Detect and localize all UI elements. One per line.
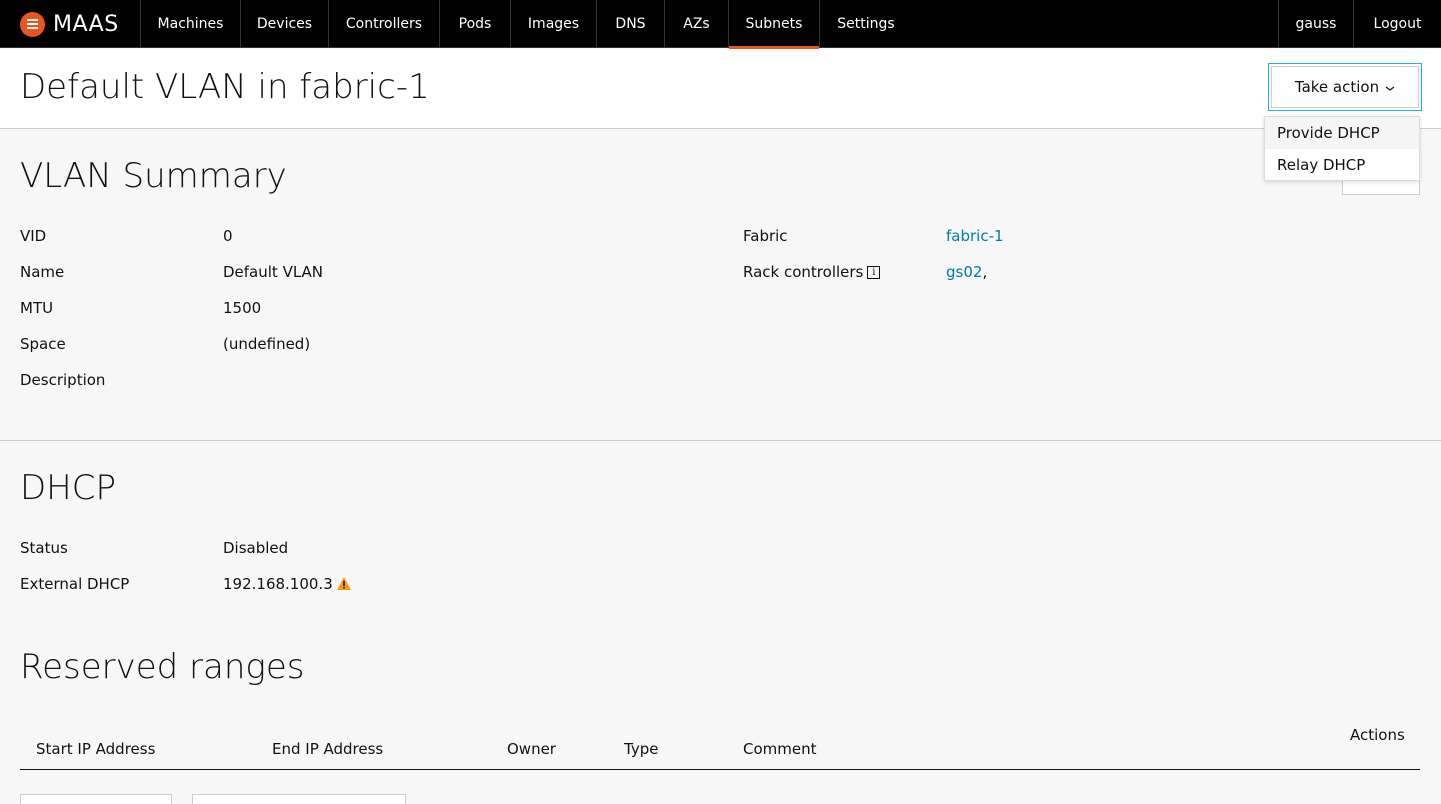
rack-controllers-label: Rack controllers [743,263,864,281]
nav-subnets[interactable]: Subnets [729,0,820,49]
menu-item-relay-dhcp[interactable]: Relay DHCP [1265,149,1419,181]
field-label-description: Description [20,371,106,389]
page-title: Default VLAN in fabric-1 [20,67,430,107]
nav-user-area: gauss Logout [1278,0,1441,48]
field-value-mtu: 1500 [223,299,262,317]
nav-pods[interactable]: Pods [440,0,511,48]
nav-dns[interactable]: DNS [597,0,665,48]
brand-logo-link[interactable]: MAAS [0,0,141,48]
field-value-vid: 0 [223,227,233,245]
nav-azs[interactable]: AZs [665,0,729,48]
field-value-external-dhcp: 192.168.100.3 [223,575,352,593]
field-label-fabric: Fabric [743,227,788,245]
nav-images[interactable]: Images [511,0,597,48]
field-label-space: Space [20,335,66,353]
dhcp-title: DHCP [20,468,116,508]
maas-logo-icon [20,11,45,37]
column-owner[interactable]: Owner [507,740,556,758]
nav-devices[interactable]: Devices [241,0,329,48]
column-actions: Actions [1350,726,1405,744]
field-label-status: Status [20,539,68,557]
end-ip-input[interactable] [192,794,406,804]
field-label-rack-controllers: Rack controllers i [743,263,881,281]
reserved-ranges-title: Reserved ranges [20,647,305,687]
warning-icon [336,577,351,590]
column-comment[interactable]: Comment [743,740,817,758]
field-value-status: Disabled [223,539,289,557]
nav-user[interactable]: gauss [1278,0,1353,48]
nav-controllers[interactable]: Controllers [329,0,440,48]
column-start-ip[interactable]: Start IP Address [36,740,155,758]
fabric-link[interactable]: fabric-1 [946,227,1004,245]
take-action-button[interactable]: Take action [1268,63,1422,111]
nav-settings[interactable]: Settings [820,0,912,48]
menu-item-provide-dhcp[interactable]: Provide DHCP [1265,117,1419,149]
take-action-label: Take action [1294,78,1380,96]
field-label-mtu: MTU [20,299,54,317]
rack-controllers-value: gs02, [946,263,987,281]
chevron-down-icon [1385,86,1395,91]
vlan-summary-title: VLAN Summary [20,156,287,196]
column-type[interactable]: Type [624,740,658,758]
start-ip-input[interactable] [20,794,172,804]
column-end-ip[interactable]: End IP Address [272,740,383,758]
field-label-name: Name [20,263,65,281]
field-value-name: Default VLAN [223,263,324,281]
top-navigation: MAAS Machines Devices Controllers Pods I… [0,0,1441,49]
brand-name: MAAS [53,11,119,37]
table-header-line [20,769,1420,770]
field-value-space: (undefined) [223,335,311,353]
rack-controller-separator: , [982,263,988,281]
field-label-external-dhcp: External DHCP [20,575,130,593]
nav-logout[interactable]: Logout [1353,0,1441,48]
take-action-dropdown: Provide DHCP Relay DHCP [1264,116,1420,181]
info-icon[interactable]: i [867,266,881,279]
nav-machines[interactable]: Machines [141,0,241,48]
section-divider [0,440,1441,441]
field-label-vid: VID [20,227,47,245]
rack-controller-link[interactable]: gs02 [946,263,982,281]
external-dhcp-ip: 192.168.100.3 [223,575,333,593]
page-header: Default VLAN in fabric-1 Take action [0,49,1441,129]
